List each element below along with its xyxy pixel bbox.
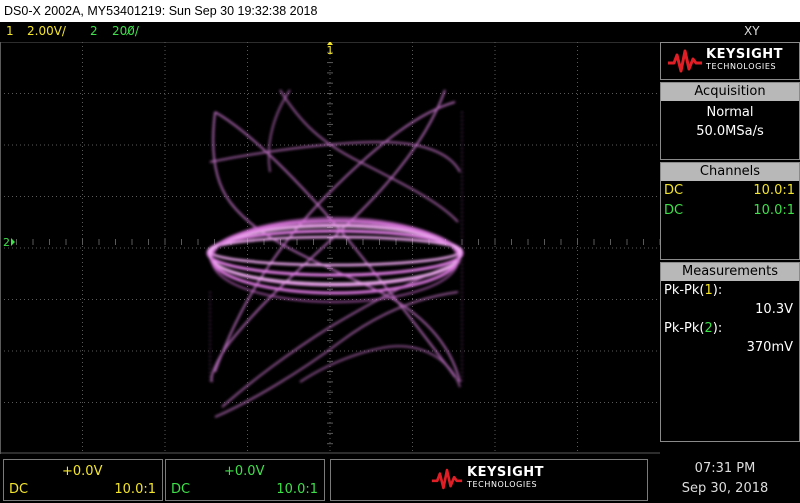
ch2-marker-arrow — [11, 238, 15, 246]
acquisition-panel[interactable]: Acquisition Normal 50.0MSa/s — [660, 82, 800, 160]
clock-time: 07:31 PM — [694, 461, 756, 476]
measurement-value-1: 10.3V — [755, 302, 793, 317]
ch2-coupling: DC — [664, 203, 684, 218]
channels-panel[interactable]: Channels DC 10.0:1 DC 10.0:1 — [660, 162, 800, 260]
ch2-scale[interactable]: 200̸/ — [112, 22, 139, 40]
ch1-number[interactable]: 1 — [6, 22, 14, 40]
ch1-offset: +0.0V — [62, 464, 103, 479]
window-title-bar: DS0-X 2002A, MY53401219: Sun Sep 30 19:3… — [0, 0, 800, 22]
footer-brand-name: KEYSIGHT — [467, 465, 544, 480]
ch2-number[interactable]: 2 — [90, 22, 98, 40]
ch1-footer-probe: 10.0:1 — [114, 482, 156, 497]
clock-date: Sep 30, 2018 — [681, 481, 769, 496]
ch2-footer-probe: 10.0:1 — [276, 482, 318, 497]
acquisition-title: Acquisition — [661, 83, 799, 101]
footer-bar: +0.0V DC 10.0:1 +0.0V DC 10.0:1 KEYSIGHT… — [0, 455, 800, 503]
ch1-footer-box[interactable]: +0.0V DC 10.0:1 — [3, 459, 163, 501]
brand-logo-panel: KEYSIGHT TECHNOLOGIES — [660, 42, 800, 80]
acquisition-mode: Normal — [706, 105, 754, 120]
measurement-label-1: Pk-Pk(1): — [664, 283, 723, 298]
ch2-probe: 10.0:1 — [753, 203, 795, 218]
ch2-footer-box[interactable]: +0.0V DC 10.0:1 — [165, 459, 325, 501]
ch1-probe: 10.0:1 — [753, 183, 795, 198]
xy-display: 1 2 — [0, 42, 660, 454]
brand-name: KEYSIGHT — [706, 47, 783, 62]
ch1-scale[interactable]: 2.00V/ — [27, 22, 66, 40]
measurement-value-2: 370mV — [746, 340, 793, 355]
brand-sub: TECHNOLOGIES — [706, 62, 777, 71]
clock: 07:31 PM Sep 30, 2018 — [650, 459, 800, 499]
sample-rate: 50.0MSa/s — [696, 124, 764, 139]
footer-brand-sub: TECHNOLOGIES — [467, 480, 538, 489]
keysight-wave-icon — [668, 49, 702, 73]
window-title: DS0-X 2002A, MY53401219: Sun Sep 30 19:3… — [4, 4, 318, 18]
channels-title: Channels — [661, 163, 799, 181]
ch1-footer-coupling: DC — [9, 482, 29, 497]
ch2-footer-coupling: DC — [171, 482, 191, 497]
display-mode-label: XY — [744, 24, 760, 38]
channel-row-1: DC 10.0:1 — [661, 181, 799, 201]
lissajous-trace — [206, 89, 464, 418]
ch1-ground-marker: 1 — [327, 44, 334, 57]
measurement-label-2: Pk-Pk(2): — [664, 321, 723, 336]
ch2-ground-marker: 2 — [3, 236, 10, 249]
channel-row-2: DC 10.0:1 — [661, 201, 799, 221]
ch1-coupling: DC — [664, 183, 684, 198]
measurements-title: Measurements — [661, 263, 799, 281]
ch2-offset: +0.0V — [224, 464, 265, 479]
footer-brand-logo: KEYSIGHT TECHNOLOGIES — [330, 459, 648, 501]
status-bar: 1 2.00V/ 2 200̸/ XY — [0, 22, 800, 40]
keysight-wave-icon — [431, 468, 463, 490]
side-panel: KEYSIGHT TECHNOLOGIES Acquisition Normal… — [660, 42, 800, 442]
measurements-panel[interactable]: Measurements Pk-Pk(1): 10.3V Pk-Pk(2): 3… — [660, 262, 800, 442]
